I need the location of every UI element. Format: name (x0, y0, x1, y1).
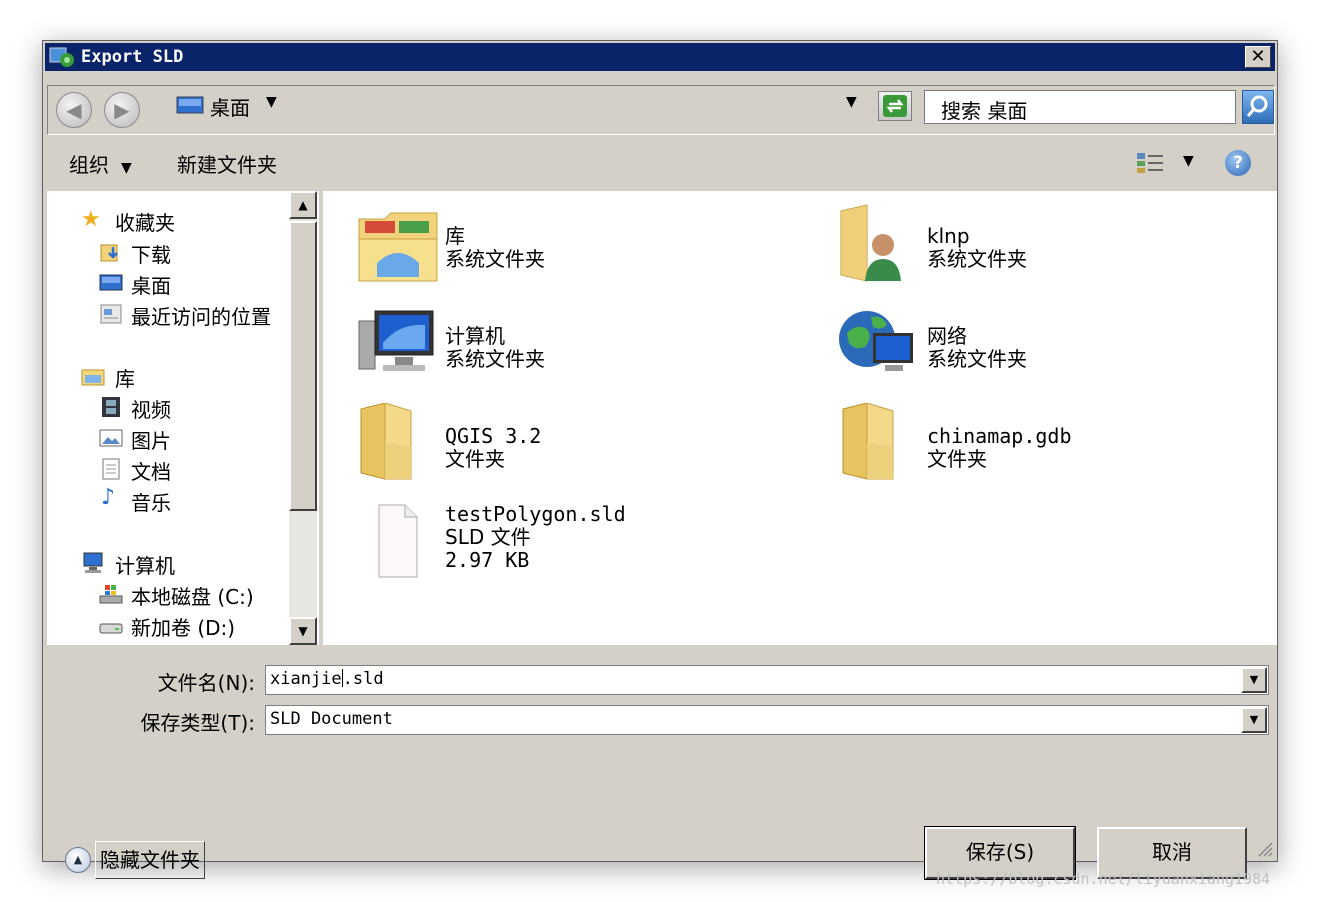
pictures-icon (99, 429, 123, 447)
library-icon (358, 212, 438, 282)
desktop-icon (176, 96, 204, 114)
save-form: 文件名(N): xianjie.sld ▼ 保存类型(T): SLD Docum… (45, 647, 1275, 880)
view-options-icon[interactable] (1135, 151, 1165, 175)
nav-scrollbar[interactable]: ▲ ▼ (289, 191, 317, 645)
navigation-pane: ★ 收藏夹 下载 桌面 最近访问的位置 库 视频 图片 文档 ♪ 音乐 计算机 … (47, 191, 319, 645)
view-options-dropdown[interactable]: ▼ (1183, 153, 1194, 169)
file-icon (378, 504, 418, 578)
file-item-chinamap[interactable]: chinamap.gdb 文件夹 (837, 403, 1157, 489)
address-field[interactable]: 桌面 ▼ (174, 90, 854, 122)
recent-places-icon (100, 304, 122, 324)
address-crumb[interactable]: 桌面 (210, 92, 250, 121)
computer-icon (358, 310, 434, 371)
folder-icon (360, 403, 412, 480)
search-placeholder: 搜索 桌面 (941, 99, 1028, 123)
chevron-down-icon: ▼ (121, 160, 132, 176)
filename-input[interactable]: xianjie.sld ▼ (265, 665, 1269, 695)
forward-arrow-icon: ▶ (114, 98, 130, 122)
music-icon: ♪ (101, 485, 116, 510)
drive-icon (99, 623, 123, 634)
file-type: 系统文件夹 (927, 247, 1027, 271)
file-name: 网络 (927, 324, 967, 348)
organize-label: 组织 (69, 153, 109, 177)
collapse-up-icon: ▲ (65, 847, 91, 873)
back-button[interactable]: ◀ (56, 92, 92, 128)
scroll-down-button[interactable]: ▼ (289, 617, 317, 645)
filetype-select[interactable]: SLD Document ▼ (265, 705, 1269, 735)
organize-menu-button[interactable]: 组织 ▼ (69, 149, 132, 178)
window-title: Export SLD (81, 47, 184, 67)
refresh-button[interactable] (878, 91, 912, 121)
crumb-chevron-icon[interactable]: ▼ (266, 94, 277, 110)
filename-dropdown-button[interactable]: ▼ (1241, 667, 1267, 693)
documents-icon (102, 458, 120, 480)
command-toolbar: 组织 ▼ 新建文件夹 ▼ ? (45, 139, 1275, 187)
filetype-dropdown-button[interactable]: ▼ (1241, 707, 1267, 733)
filetype-label: 保存类型(T): (140, 711, 255, 735)
file-type: 文件夹 (445, 447, 505, 471)
file-name: 计算机 (445, 324, 505, 348)
windows-drive-icon (99, 585, 123, 604)
filename-value: xianjie.sld (270, 669, 384, 689)
file-type: 系统文件夹 (445, 247, 545, 271)
scroll-up-button[interactable]: ▲ (289, 191, 317, 219)
file-item-computer[interactable]: 计算机 系统文件夹 (355, 303, 675, 389)
address-bar: ◀ ▶ 桌面 ▼ ▼ 搜索 桌面 (47, 85, 1275, 135)
resize-grip-icon[interactable] (1255, 839, 1273, 857)
filetype-value: SLD Document (270, 709, 393, 729)
watermark-text: https://blog.csdn.net/liyuanxiang1984 (936, 870, 1271, 888)
file-name: QGIS 3.2 (445, 424, 542, 448)
export-sld-dialog: Export SLD ✕ ◀ ▶ 桌面 ▼ ▼ 搜索 桌面 组织 ▼ 新建文件夹… (42, 40, 1278, 880)
file-item-klnp[interactable]: klnp 系统文件夹 (837, 203, 1157, 289)
filename-label: 文件名(N): (157, 671, 255, 695)
hide-folders-button[interactable]: ▲ 隐藏文件夹 (65, 841, 213, 879)
file-size: 2.97 KB (445, 548, 530, 572)
file-name: klnp (927, 224, 970, 248)
help-icon: ? (1233, 153, 1243, 173)
title-bar: Export SLD ✕ (45, 43, 1275, 71)
forward-button[interactable]: ▶ (104, 92, 140, 128)
hide-folders-label: 隐藏文件夹 (95, 841, 205, 879)
file-item-network[interactable]: 网络 系统文件夹 (837, 303, 1157, 389)
file-name: testPolygon.sld (445, 502, 626, 526)
file-type: SLD 文件 (445, 525, 531, 549)
file-item-qgis[interactable]: QGIS 3.2 文件夹 (355, 403, 675, 489)
file-type: 系统文件夹 (445, 347, 545, 371)
network-icon (839, 311, 913, 371)
desktop-icon (99, 274, 123, 291)
search-button[interactable] (1242, 90, 1274, 124)
file-item-testpolygon[interactable]: testPolygon.sld SLD 文件 2.97 KB (355, 493, 675, 589)
file-name: 库 (445, 224, 465, 248)
user-folder-icon (840, 204, 901, 282)
app-icon (49, 47, 74, 67)
video-icon (102, 397, 120, 417)
scroll-thumb[interactable] (289, 221, 317, 511)
new-folder-button[interactable]: 新建文件夹 (177, 149, 277, 178)
library-icon (81, 369, 105, 386)
file-type: 系统文件夹 (927, 347, 1027, 371)
computer-icon (83, 552, 103, 573)
file-list: 库 系统文件夹 klnp 系统文件夹 计算机 系统文件夹 网络 系统文件夹 QG… (323, 191, 1277, 645)
search-input[interactable]: 搜索 桌面 (924, 90, 1236, 124)
downloads-folder-icon (100, 244, 118, 262)
address-history-dropdown[interactable]: ▼ (846, 94, 857, 110)
star-icon: ★ (81, 207, 101, 232)
search-icon (1246, 95, 1268, 117)
file-item-library[interactable]: 库 系统文件夹 (355, 203, 675, 289)
folder-icon (842, 403, 894, 480)
file-type: 文件夹 (927, 447, 987, 471)
refresh-icon (883, 95, 907, 117)
help-button[interactable]: ? (1225, 150, 1251, 176)
close-button[interactable]: ✕ (1245, 46, 1271, 68)
back-arrow-icon: ◀ (66, 98, 82, 122)
file-name: chinamap.gdb (927, 424, 1072, 448)
